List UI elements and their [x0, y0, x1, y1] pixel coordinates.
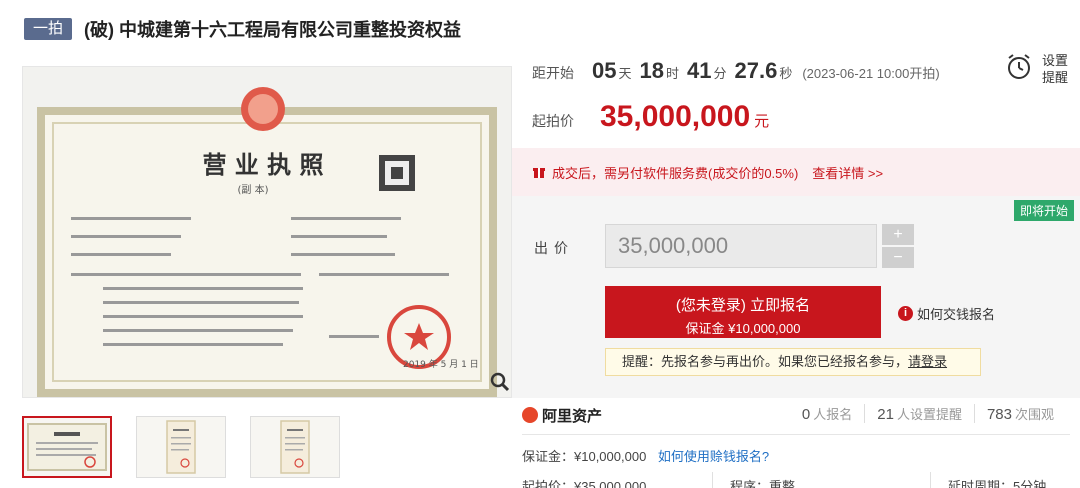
thumbnail-2[interactable]	[136, 416, 226, 478]
stat-reminders: 21 人设置提醒	[864, 404, 974, 423]
minutes-unit: 分	[713, 66, 727, 81]
details-row: 起拍价：¥35,000,000 程序：重整 延时周期：5分钟	[522, 476, 1080, 488]
thumbnail-strip	[22, 416, 340, 478]
auction-panel: 距开始 05 天 18 时 41 分 27.6 秒 (2023-06-21 10…	[512, 46, 1080, 488]
bid-amount-input[interactable]: 35,000,000	[605, 224, 877, 268]
divider	[930, 472, 931, 488]
register-button[interactable]: (您未登录) 立即报名 保证金 ¥10,000,000	[605, 286, 881, 338]
auction-page: 一拍 (破) 中城建第十六工程局有限公司重整投资权益 营 业 执 照 (副 本)	[0, 0, 1080, 488]
start-price-label: 起拍价	[532, 113, 574, 129]
page-title: (破) 中城建第十六工程局有限公司重整投资权益	[84, 20, 462, 40]
decrease-bid-button[interactable]: −	[882, 247, 914, 268]
platform-row: 阿里资产 0 人报名 21 人设置提醒 783 次围观	[522, 398, 1080, 432]
countdown-seconds: 27.6	[734, 58, 778, 83]
register-deposit-label: 保证金 ¥10,000,000	[685, 321, 801, 336]
reminder-line2: 提醒	[1042, 70, 1069, 85]
detail-delay: 延时周期：5分钟	[948, 479, 1047, 488]
deposit-text: 保证金：¥10,000,000	[522, 449, 647, 464]
svg-text:营 业 执 照: 营 业 执 照	[202, 150, 323, 179]
auction-type-tag: 一拍	[24, 18, 73, 40]
alarm-clock-icon	[1008, 54, 1030, 79]
svg-text:2019 年 5 月 1 日: 2019 年 5 月 1 日	[403, 358, 479, 370]
countdown: 距开始 05 天 18 时 41 分 27.6 秒 (2023-06-21 10…	[532, 58, 940, 90]
svg-text:(副 本): (副 本)	[238, 183, 269, 196]
countdown-days: 05	[592, 58, 617, 83]
status-badge: 即将开始	[1013, 200, 1074, 221]
info-icon: i	[898, 306, 913, 321]
stat-signups: 0 人报名	[801, 406, 853, 423]
bid-label: 出价	[534, 240, 574, 256]
set-reminder-button[interactable]: 设置 提醒	[1004, 52, 1074, 92]
business-license-image: 营 业 执 照 (副 本) 2019 年 5 月 1 日	[37, 87, 497, 397]
days-unit: 天	[618, 66, 632, 81]
zoom-icon[interactable]	[488, 370, 512, 394]
countdown-minutes: 41	[687, 58, 712, 83]
platform-logo[interactable]: 阿里资产	[522, 405, 602, 426]
countdown-label: 距开始	[532, 65, 574, 81]
hours-unit: 时	[665, 66, 679, 81]
how-to-pay-link[interactable]: i 如何交钱报名	[898, 304, 995, 323]
detail-start-price: 起拍价：¥35,000,000	[522, 479, 647, 488]
divider	[522, 434, 1070, 435]
fee-notice: 成交后，需另付软件服务费(成交价的0.5%) 查看详情 >>	[512, 148, 1080, 196]
start-time: (2023-06-21 10:00开拍)	[802, 66, 940, 81]
login-tip: 提醒：先报名参与再出价。如果您已经报名参与，请登录	[605, 348, 981, 376]
reminder-line1: 设置	[1042, 53, 1069, 68]
bid-box: 即将开始 出价 35,000,000 + − (您未登录) 立即报名 保证金 ¥…	[512, 196, 1080, 398]
view-details-link[interactable]: 查看详情 >>	[812, 163, 883, 182]
login-link[interactable]: 请登录	[908, 354, 947, 369]
divider	[712, 472, 713, 488]
auction-stats: 0 人报名 21 人设置提醒 783 次围观	[790, 404, 1066, 423]
how-to-pay-text: 如何交钱报名	[917, 307, 996, 322]
countdown-hours: 18	[639, 58, 664, 83]
login-tip-text: 提醒：先报名参与再出价。如果您已经报名参与，	[622, 354, 909, 369]
fee-notice-text: 成交后，需另付软件服务费(成交价的0.5%)	[552, 165, 799, 181]
seconds-unit: 秒	[779, 66, 793, 81]
start-price-value: 35,000,000	[600, 100, 751, 133]
main-image[interactable]: 营 业 执 照 (副 本) 2019 年 5 月 1 日	[22, 66, 512, 398]
title-row: 一拍 (破) 中城建第十六工程局有限公司重整投资权益	[24, 14, 461, 44]
deposit-row: 保证金：¥10,000,000 如何使用赊钱报名?	[522, 446, 769, 465]
increase-bid-button[interactable]: +	[882, 224, 914, 245]
register-button-label: (您未登录) 立即报名	[675, 297, 811, 314]
bid-stepper: + −	[882, 224, 914, 268]
ali-logo-icon	[522, 407, 538, 423]
stat-views: 783 次围观	[973, 404, 1066, 423]
gift-icon	[533, 168, 545, 178]
start-price-row: 起拍价 35,000,000 元	[532, 100, 769, 134]
thumbnail-1[interactable]	[22, 416, 112, 478]
detail-procedure: 程序：重整	[730, 479, 796, 488]
thumbnail-3[interactable]	[250, 416, 340, 478]
credit-signup-link[interactable]: 如何使用赊钱报名?	[658, 449, 769, 464]
platform-name: 阿里资产	[542, 407, 603, 425]
start-price-unit: 元	[754, 113, 770, 130]
